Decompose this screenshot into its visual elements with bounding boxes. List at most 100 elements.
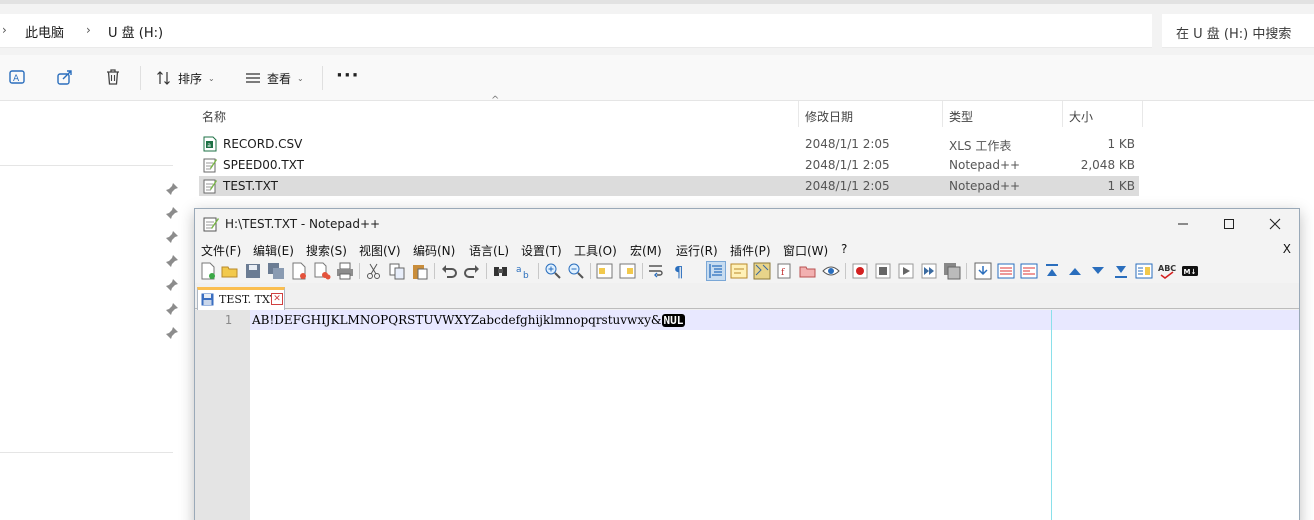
menu-run[interactable]: 运行(R) [676,242,718,259]
copy-icon[interactable] [388,262,406,280]
svg-text:ABC: ABC [1158,264,1176,273]
macro-save-icon[interactable] [943,262,961,280]
word-wrap-icon[interactable] [648,262,666,280]
menu-tools[interactable]: 工具(O) [574,242,617,259]
function-list-icon[interactable]: f [776,262,794,280]
print-icon[interactable] [336,262,354,280]
menu-search[interactable]: 搜索(S) [306,242,347,259]
find-icon[interactable] [492,262,510,280]
breadcrumb-this-pc[interactable]: 此电脑 [25,22,64,41]
menu-window[interactable]: 窗口(W) [783,242,828,259]
save-all-icon[interactable] [267,262,285,280]
document-tab-bar: TEST. TXT ✕ [195,285,1299,310]
save-icon[interactable] [244,262,262,280]
file-row[interactable]: SPEED00.TXT 2048/1/1 2:05 Notepad++ 2,04… [199,155,1139,175]
macro-play-multiple-icon[interactable] [920,262,938,280]
open-file-icon[interactable] [221,262,239,280]
maximize-button[interactable] [1206,209,1252,239]
menu-settings[interactable]: 设置(T) [521,242,562,259]
indent-guide-icon[interactable] [706,261,726,281]
breadcrumb-drive[interactable]: U 盘 (H:) [108,22,163,41]
more-options-button[interactable]: ··· [336,67,360,85]
pin-icon[interactable] [165,278,179,292]
redo-icon[interactable] [463,262,481,280]
tab-close-icon[interactable]: ✕ [271,293,283,305]
menu-encoding[interactable]: 编码(N) [413,242,455,259]
column-divider[interactable] [798,101,799,127]
compare-diff-icon[interactable] [1020,262,1038,280]
spell-check-icon[interactable]: ABC [1158,262,1176,280]
address-bar[interactable]: › 此电脑 › U 盘 (H:) [0,14,1152,48]
column-divider[interactable] [1142,101,1143,127]
pin-icon[interactable] [165,230,179,244]
file-row[interactable]: a RECORD.CSV 2048/1/1 2:05 XLS 工作表 1 KB [199,134,1139,154]
window-title: H:\TEST.TXT - Notepad++ [225,217,381,231]
close-document-button[interactable]: X [1283,242,1291,256]
toolbar-separator [590,263,591,279]
command-divider [322,66,323,90]
breadcrumb-separator-icon[interactable]: › [86,23,91,37]
pin-icon[interactable] [165,254,179,268]
navigation-bar-icon[interactable] [1135,262,1153,280]
next-diff-icon[interactable] [1089,262,1107,280]
pin-icon[interactable] [165,206,179,220]
column-size[interactable]: 大小 [1069,108,1093,125]
file-row-selected[interactable]: TEST.TXT 2048/1/1 2:05 Notepad++ 1 KB [199,176,1139,196]
column-type[interactable]: 类型 [949,108,973,125]
column-divider[interactable] [942,101,943,127]
new-file-icon[interactable] [199,262,217,280]
menu-macro[interactable]: 宏(M) [630,242,662,259]
breadcrumb-separator-icon[interactable]: › [2,23,7,37]
delete-icon[interactable] [104,68,122,86]
pin-icon[interactable] [165,326,179,340]
menu-plugins[interactable]: 插件(P) [730,242,771,259]
menu-help[interactable]: ? [841,242,847,256]
markdown-icon[interactable]: M↓ [1181,262,1199,280]
document-map-icon[interactable] [753,262,771,280]
macro-record-icon[interactable] [851,262,869,280]
search-input[interactable]: 在 U 盘 (H:) 中搜索 [1162,14,1314,48]
column-date[interactable]: 修改日期 [805,108,853,125]
rename-icon[interactable]: A [8,68,26,86]
previous-diff-icon[interactable] [1066,262,1084,280]
pin-icon[interactable] [165,302,179,316]
menu-view[interactable]: 视图(V) [359,242,401,259]
view-icon [246,73,260,83]
pin-icon[interactable] [165,182,179,196]
document-tab[interactable]: TEST. TXT ✕ [197,287,285,310]
macro-stop-icon[interactable] [874,262,892,280]
show-all-chars-icon[interactable]: ¶ [671,262,689,280]
menu-language[interactable]: 语言(L) [469,242,509,259]
paste-icon[interactable] [411,262,429,280]
zoom-in-icon[interactable] [544,262,562,280]
first-diff-icon[interactable] [1043,262,1061,280]
macro-play-icon[interactable] [897,262,915,280]
folder-workspace-icon[interactable] [799,262,817,280]
close-file-icon[interactable] [290,262,308,280]
column-name[interactable]: 名称 [202,108,226,125]
user-language-icon[interactable] [730,262,748,280]
menu-edit[interactable]: 编辑(E) [253,242,294,259]
notepad-title-bar[interactable]: H:\TEST.TXT - Notepad++ [195,209,1299,239]
current-line[interactable]: AB!DEFGHIJKLMNOPQRSTUVWXYZabcdefghijklmn… [250,310,1299,330]
undo-icon[interactable] [440,262,458,280]
compare-panel-icon[interactable] [997,262,1015,280]
minimize-button[interactable] [1160,209,1206,239]
menu-file[interactable]: 文件(F) [201,242,241,259]
cut-icon[interactable] [365,262,383,280]
monitoring-icon[interactable] [822,262,840,280]
compare-icon[interactable] [974,262,992,280]
replace-icon[interactable]: ab [515,262,533,280]
close-all-icon[interactable] [313,262,331,280]
zoom-out-icon[interactable] [567,262,585,280]
excel-csv-icon: a [203,136,217,152]
sync-vertical-icon[interactable] [596,262,614,280]
close-button[interactable] [1252,209,1298,239]
sync-horizontal-icon[interactable] [619,262,637,280]
editor-area[interactable]: 1 AB!DEFGHIJKLMNOPQRSTUVWXYZabcdefghijkl… [195,310,1299,520]
column-divider[interactable] [1062,101,1063,127]
share-icon[interactable] [56,68,74,86]
last-diff-icon[interactable] [1112,262,1130,280]
view-button[interactable]: 查看 ⌄ [245,68,304,88]
sort-button[interactable]: 排序 ⌄ [156,68,215,88]
